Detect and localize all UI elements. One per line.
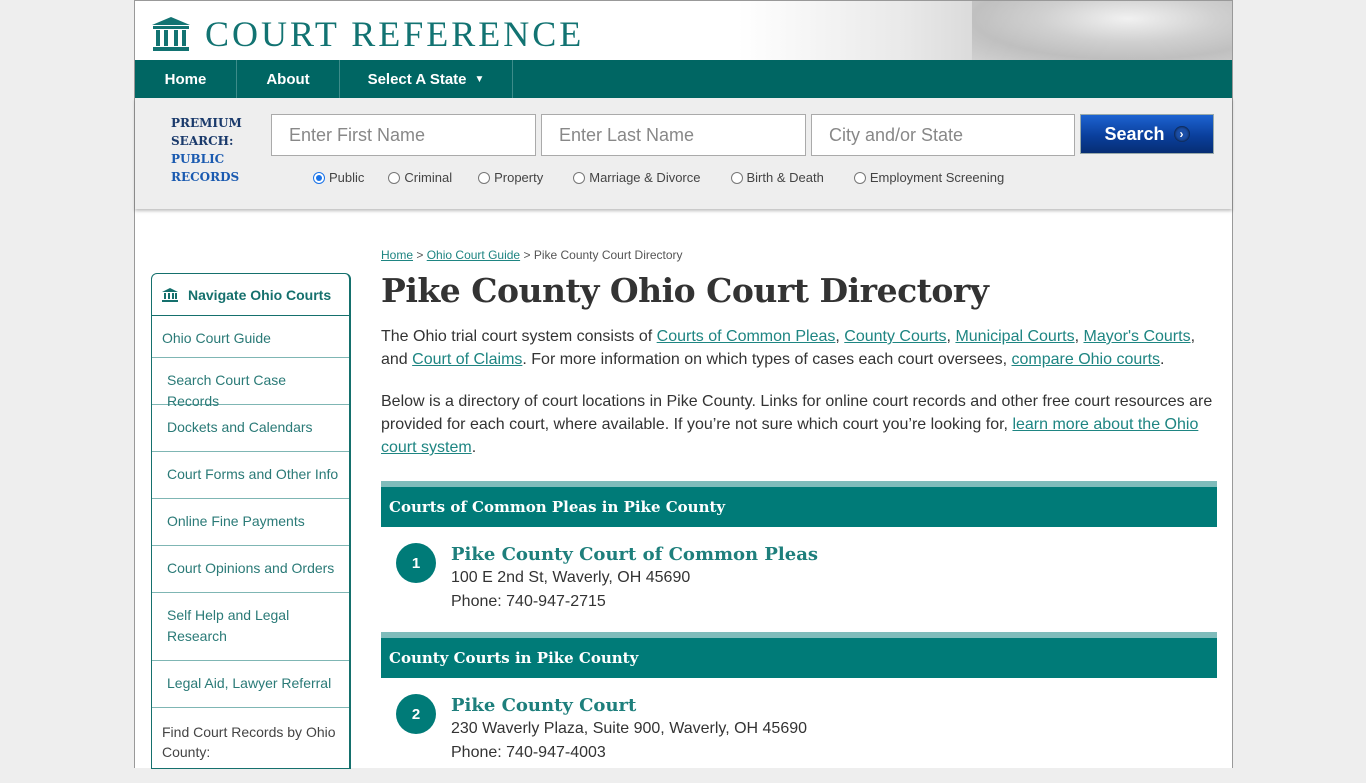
radio-criminal-label: Criminal [404,170,453,185]
section-heading-county-courts: County Courts in Pike County [381,632,1217,678]
link-mayors-courts[interactable]: Mayor's Courts [1083,328,1190,345]
radio-criminal[interactable]: Criminal [388,170,452,185]
radio-employment-screening[interactable]: Employment Screening [853,170,1005,185]
nav-about-label: About [266,70,310,88]
last-name-input[interactable]: Enter Last Name [541,114,806,156]
page: COURT REFERENCE Home About Select A Stat… [134,0,1233,769]
radio-marriage-divorce-dot[interactable] [573,171,586,184]
sidebar-item-online-fine-payments[interactable]: Online Fine Payments [152,499,349,546]
sidebar-header: Navigate Ohio Courts [152,274,349,316]
nav-about[interactable]: About [237,60,340,98]
main-nav: Home About Select A State ▼ [135,60,1232,98]
breadcrumb-separator: > [523,248,531,262]
court-listing: 2 Pike County Court 230 Waverly Plaza, S… [381,678,1217,783]
radio-property-label: Property [494,170,544,185]
premium-search-label: PREMIUM SEARCH: PUBLIC RECORDS [171,114,242,186]
search-button[interactable]: Search › [1080,114,1214,154]
sidebar-item-ohio-court-guide[interactable]: Ohio Court Guide [152,316,349,358]
intro-paragraph: The Ohio trial court system consists of … [381,325,1217,371]
court-phone: Phone: 740-947-4003 [451,744,606,761]
link-compare-ohio-courts[interactable]: compare Ohio courts [1012,351,1161,368]
breadcrumb-guide-link[interactable]: Ohio Court Guide [427,248,520,262]
sidebar-navigation: Navigate Ohio Courts Ohio Court Guide Se… [151,273,351,769]
sidebar-item-legal-aid[interactable]: Legal Aid, Lawyer Referral [152,661,349,708]
sidebar-find-by-county-label: Find Court Records by Ohio County: [162,724,336,760]
site-logo[interactable]: COURT REFERENCE [151,16,584,52]
sidebar-item-search-court-case-records[interactable]: Search Court Case Records [152,358,349,409]
premium-label-line3: PUBLIC [171,152,225,166]
radio-birth-death-label: Birth & Death [746,170,824,185]
radio-marriage-divorce-label: Marriage & Divorce [589,170,701,185]
sidebar-item-self-help[interactable]: Self Help and Legal Research [152,593,349,661]
breadcrumb-home-link[interactable]: Home [381,248,413,262]
court-name-link[interactable]: Pike County Court of Common Pleas [451,544,1217,566]
premium-label-line2: SEARCH: [171,134,234,148]
link-county-courts[interactable]: County Courts [844,328,946,345]
radio-marriage-divorce[interactable]: Marriage & Divorce [573,170,701,185]
city-state-placeholder: City and/or State [829,124,964,145]
first-name-input[interactable]: Enter First Name [271,114,536,156]
search-button-label: Search [1104,123,1165,144]
court-address: 230 Waverly Plaza, Suite 900, Waverly, O… [451,720,808,737]
first-name-placeholder: Enter First Name [289,124,426,145]
radio-birth-death[interactable]: Birth & Death [730,170,824,185]
radio-property-dot[interactable] [478,171,491,184]
radio-employment-screening-label: Employment Screening [869,170,1005,185]
court-phone: Phone: 740-947-2715 [451,593,606,610]
sidebar-title: Navigate Ohio Courts [188,286,332,303]
column-capital-image [972,1,1232,60]
site-header: COURT REFERENCE [135,1,1232,60]
breadcrumb-separator: > [416,248,424,262]
premium-search-bar: PREMIUM SEARCH: PUBLIC RECORDS Enter Fir… [135,98,1232,209]
nav-select-state-label: Select A State [367,70,467,88]
radio-public[interactable]: Public [313,170,364,185]
link-courts-of-common-pleas[interactable]: Courts of Common Pleas [657,328,836,345]
record-type-radios: Public Criminal Property Marriage & Divo… [313,170,1004,185]
chevron-right-icon: › [1173,126,1190,142]
directory-text: . [471,439,477,456]
intro-text: The Ohio trial court system consists of [381,328,657,345]
intro-text: , [835,328,845,345]
radio-public-label: Public [329,170,365,185]
logo-text: COURT REFERENCE [205,14,585,54]
nav-home[interactable]: Home [135,60,237,98]
radio-property[interactable]: Property [478,170,543,185]
breadcrumb-current: Pike County Court Directory [533,248,683,262]
section-heading-common-pleas: Courts of Common Pleas in Pike County [381,481,1217,527]
breadcrumb: Home > Ohio Court Guide > Pike County Co… [381,248,1217,262]
court-listing: 1 Pike County Court of Common Pleas 100 … [381,527,1217,632]
main-content: Home > Ohio Court Guide > Pike County Co… [381,248,1217,783]
radio-birth-death-dot[interactable] [730,171,743,184]
intro-text: . [1160,351,1165,368]
court-name-link[interactable]: Pike County Court [451,695,1217,717]
nav-home-label: Home [164,70,207,88]
directory-paragraph: Below is a directory of court locations … [381,390,1217,459]
sidebar-item-court-forms[interactable]: Court Forms and Other Info [152,452,349,499]
premium-label-line1: PREMIUM [171,116,242,130]
court-number-badge: 1 [396,543,436,583]
sidebar-item-court-opinions[interactable]: Court Opinions and Orders [152,546,349,593]
sidebar-item-dockets-calendars[interactable]: Dockets and Calendars [152,405,349,452]
courthouse-icon [162,287,178,302]
courthouse-icon [152,17,190,51]
nav-select-state[interactable]: Select A State ▼ [340,60,513,98]
caret-down-icon: ▼ [474,73,485,85]
intro-text: . For more information on which types of… [522,351,1012,368]
link-court-of-claims[interactable]: Court of Claims [412,351,522,368]
radio-public-dot[interactable] [313,171,325,184]
premium-label-line4: RECORDS [171,170,240,184]
city-state-input[interactable]: City and/or State [811,114,1075,156]
court-number-badge: 2 [396,694,436,734]
page-title: Pike County Ohio Court Directory [381,271,989,310]
radio-criminal-dot[interactable] [388,171,401,184]
last-name-placeholder: Enter Last Name [559,124,695,145]
link-municipal-courts[interactable]: Municipal Courts [955,328,1074,345]
radio-employment-screening-dot[interactable] [853,171,866,184]
court-address: 100 E 2nd St, Waverly, OH 45690 [451,569,691,586]
